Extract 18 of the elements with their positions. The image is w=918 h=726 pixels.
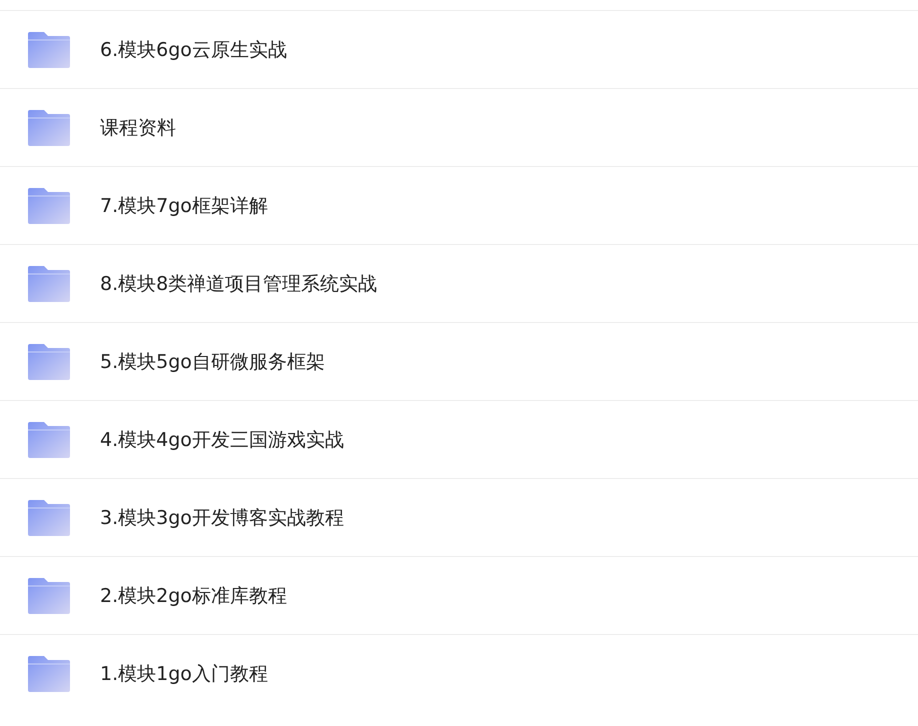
folder-icon: [28, 578, 70, 614]
folder-icon: [28, 266, 70, 302]
folder-icon: [28, 188, 70, 224]
folder-name: 3.模块3go开发博客实战教程: [100, 506, 344, 530]
folder-name: 2.模块2go标准库教程: [100, 584, 287, 608]
folder-icon: [28, 656, 70, 692]
folder-name: 6.模块6go云原生实战: [100, 38, 287, 62]
folder-name: 4.模块4go开发三国游戏实战: [100, 428, 344, 452]
folder-name: 1.模块1go入门教程: [100, 662, 268, 686]
folder-name: 8.模块8类禅道项目管理系统实战: [100, 272, 378, 296]
folder-icon: [28, 500, 70, 536]
folder-name: 7.模块7go框架详解: [100, 194, 268, 218]
folder-name: 课程资料: [100, 116, 176, 140]
folder-icon: [28, 32, 70, 68]
folder-icon: [28, 110, 70, 146]
folder-name: 5.模块5go自研微服务框架: [100, 350, 325, 374]
folder-icon: [28, 344, 70, 380]
folder-icon: [28, 422, 70, 458]
